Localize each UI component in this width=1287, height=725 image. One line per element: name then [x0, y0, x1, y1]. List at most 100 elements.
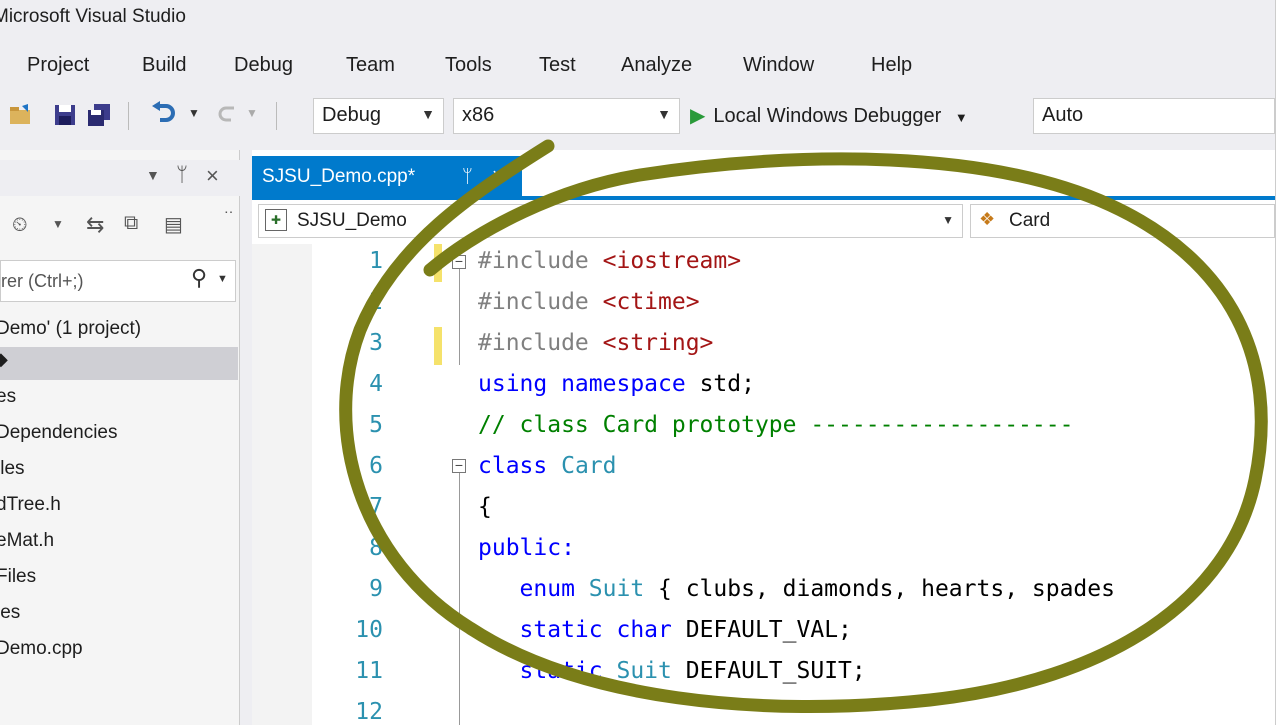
tree-item[interactable]: iles [0, 458, 25, 480]
code-line[interactable]: static char DEFAULT_VAL; [478, 617, 852, 643]
chevron-down-icon[interactable]: ▼ [52, 217, 64, 231]
tree-item[interactable]: dTree.h [0, 494, 61, 516]
line-number: 12 [355, 699, 383, 725]
code-token: public: [478, 535, 575, 561]
tab-label: SJSU_Demo.cpp* [262, 166, 416, 187]
open-file-icon[interactable] [8, 102, 34, 128]
code-token: { clubs, diamonds, hearts, spades [644, 576, 1115, 602]
solution-search-placeholder: rer (Ctrl+;) [1, 271, 84, 291]
code-token: DEFAULT_SUIT; [671, 658, 866, 684]
menu-debug[interactable]: Debug [234, 54, 293, 77]
line-number: 7 [369, 494, 383, 520]
save-icon[interactable] [52, 102, 78, 128]
window-title: Microsoft Visual Studio [0, 6, 186, 27]
collapse-icon[interactable]: − [452, 458, 466, 473]
redo-icon [218, 106, 234, 122]
collapse-all-icon[interactable]: ⧉ [124, 212, 138, 235]
tree-item[interactable]: es [0, 386, 16, 408]
code-token: // class Card prototype ----------------… [478, 412, 1074, 438]
chevron-down-icon[interactable]: ▼ [146, 167, 160, 183]
project-nav-select[interactable]: ✚ SJSU_Demo ▼ [258, 204, 963, 238]
code-token: #include [478, 330, 603, 356]
tree-item[interactable]: Dependencies [0, 422, 117, 444]
line-number: 8 [369, 535, 383, 561]
tab-sjsu-demo-cpp[interactable]: SJSU_Demo.cpp* ᛘ × [252, 156, 522, 200]
overflow-icon[interactable]: ‥ [224, 200, 233, 217]
menu-test[interactable]: Test [539, 54, 576, 77]
code-line[interactable]: #include <ctime> [478, 289, 700, 315]
code-line[interactable]: static Suit DEFAULT_SUIT; [478, 658, 866, 684]
solution-explorer-toolbar: ⏲ ▼ ⇆ ⧉ ▤ ‥ [0, 200, 240, 258]
solution-search-input[interactable]: rer (Ctrl+;) ⚲ ▼ [0, 260, 236, 302]
start-debugging-button[interactable]: ▶ Local Windows Debugger ▼ [690, 98, 1034, 134]
toolbar-separator [128, 102, 129, 130]
show-all-files-icon[interactable]: ▤ [164, 212, 183, 237]
scope-nav-select[interactable]: ❖ Card [970, 204, 1275, 238]
chevron-down-icon: ▼ [657, 106, 671, 122]
editor-gutter [252, 244, 312, 725]
navigation-bar: ✚ SJSU_Demo ▼ ❖ Card [252, 200, 1275, 245]
debugger-label: Local Windows Debugger [713, 105, 942, 127]
tree-item-selected[interactable]: ◆ [0, 347, 238, 380]
menu-project[interactable]: Project [27, 54, 89, 77]
search-icon[interactable]: ⚲ [191, 265, 207, 291]
collapse-icon[interactable]: − [452, 254, 466, 269]
menu-window[interactable]: Window [743, 54, 814, 77]
pin-icon[interactable]: ᛘ [462, 166, 473, 187]
menu-analyze[interactable]: Analyze [621, 54, 692, 77]
tree-item[interactable]: les [0, 602, 20, 624]
debugger-option-value: Auto [1042, 104, 1084, 126]
chevron-down-icon: ▼ [421, 106, 435, 122]
undo-dropdown-icon[interactable]: ▼ [188, 106, 200, 120]
platform-select[interactable]: x86 ▼ [453, 98, 680, 134]
play-icon: ▶ [690, 105, 706, 127]
code-line[interactable]: #include <string> [478, 330, 713, 356]
tree-item[interactable]: Files [0, 566, 36, 588]
code-token: static char [478, 617, 686, 643]
code-token: class [478, 453, 562, 479]
title-bar: Microsoft Visual Studio [0, 0, 1275, 40]
code-line[interactable]: using namespace std; [478, 371, 755, 397]
code-line[interactable]: { [478, 494, 492, 520]
pin-icon[interactable]: ᛘ [176, 164, 188, 187]
toolbar-separator [276, 102, 277, 130]
debugger-option-select[interactable]: Auto [1033, 98, 1275, 134]
fold-guide [459, 269, 460, 365]
code-line[interactable]: public: [478, 535, 575, 561]
chevron-down-icon: ▼ [942, 213, 954, 227]
line-number: 10 [355, 617, 383, 643]
changed-line-marker [434, 244, 442, 282]
menu-build[interactable]: Build [142, 54, 186, 77]
code-token: { [478, 494, 492, 520]
tree-item[interactable]: eMat.h [0, 530, 54, 552]
close-icon[interactable]: × [492, 165, 504, 188]
config-select[interactable]: Debug ▼ [313, 98, 444, 134]
menu-help[interactable]: Help [871, 54, 912, 77]
history-icon[interactable]: ⏲ [12, 214, 28, 237]
line-number: 4 [369, 371, 383, 397]
line-number: 11 [355, 658, 383, 684]
code-area[interactable] [252, 244, 1275, 725]
project-nav-value: SJSU_Demo [297, 210, 407, 231]
line-number: 3 [369, 330, 383, 356]
code-line[interactable]: // class Card prototype ----------------… [478, 412, 1073, 438]
code-token: <ctime> [602, 289, 700, 315]
tree-item-solution[interactable]: Demo' (1 project) [0, 318, 141, 340]
tree-item[interactable]: Demo.cpp [0, 638, 83, 660]
chevron-down-icon[interactable]: ▼ [217, 273, 228, 285]
close-icon[interactable]: × [206, 163, 219, 189]
code-line[interactable]: enum Suit { clubs, diamonds, hearts, spa… [478, 576, 1115, 602]
chevron-down-icon[interactable]: ▼ [955, 110, 968, 125]
save-all-icon[interactable] [86, 102, 112, 128]
menu-tools[interactable]: Tools [445, 54, 492, 77]
solution-explorer-header: ▼ ᛘ × [0, 160, 240, 196]
expand-arrow-icon[interactable]: ◆ [0, 349, 8, 370]
code-line[interactable]: #include <iostream> [478, 248, 741, 274]
window-edge [1275, 0, 1287, 725]
undo-icon[interactable] [148, 100, 178, 130]
menu-team[interactable]: Team [346, 54, 395, 77]
code-line[interactable]: class Card [478, 453, 616, 479]
sync-icon[interactable]: ⇆ [86, 212, 104, 238]
code-token: Suit [616, 658, 672, 684]
code-token: DEFAULT_VAL; [685, 617, 852, 643]
